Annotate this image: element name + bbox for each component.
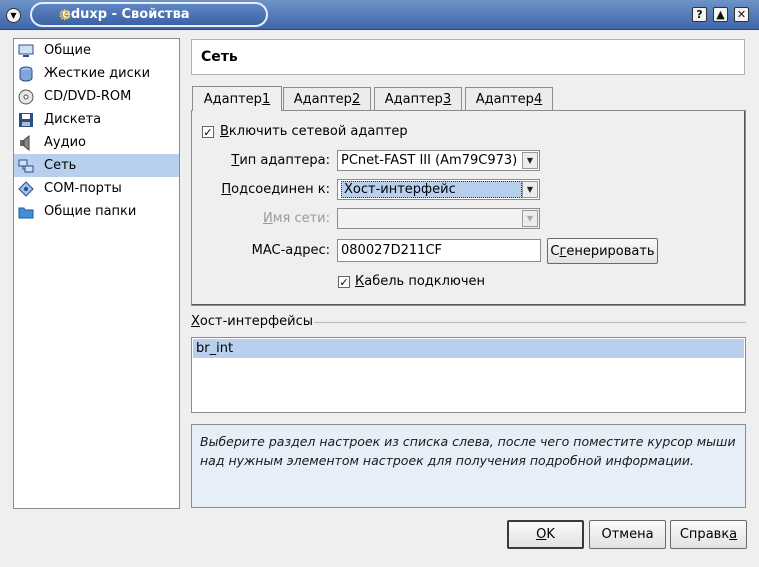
floppy-icon	[18, 112, 34, 128]
mac-address-input[interactable]: 080027D211CF	[337, 239, 541, 262]
ok-button[interactable]: ОK	[507, 520, 584, 549]
title-bar[interactable]: ▼ ⚙ eduxp - Свойства ? ▲ ✕	[0, 0, 759, 30]
tab-label: Адаптер	[293, 92, 352, 107]
tab-label: Адаптер	[475, 92, 534, 107]
generate-mac-button[interactable]: Сг енерировать	[547, 238, 658, 264]
sidebar-item-label: CD/DVD-ROM	[44, 89, 132, 104]
label-text: ключить сетевой адаптер	[228, 124, 408, 139]
adapter-type-label: Тип адаптера:	[200, 153, 330, 168]
group-divider	[314, 322, 746, 323]
cable-connected-label[interactable]: Кабель подключен	[355, 274, 485, 289]
adapter-type-select[interactable]: PCnet-FAST III (Am79C973) ▼	[337, 150, 540, 171]
enable-adapter-checkbox[interactable]: ✓	[202, 126, 214, 138]
label-text: ип адаптера:	[239, 153, 330, 168]
sidebar-item-label: Дискета	[44, 112, 102, 127]
tab-adapter-4[interactable]: Адаптер 4	[465, 87, 553, 111]
mnemonic: П	[221, 182, 232, 197]
cable-connected-checkbox[interactable]: ✓	[338, 276, 350, 288]
sidebar-item-label: Сеть	[44, 158, 77, 173]
label-text: абель подключен	[364, 274, 486, 289]
tab-number: 2	[351, 92, 361, 107]
mnemonic: г	[559, 243, 567, 259]
mnemonic: Х	[191, 314, 200, 329]
tab-adapter-2[interactable]: Адаптер 2	[283, 87, 371, 111]
chevron-down-icon[interactable]: ▼	[522, 152, 538, 169]
tab-number: 4	[533, 92, 543, 107]
sidebar-item-cd-dvd[interactable]: CD/DVD-ROM	[14, 85, 179, 108]
label-text: K	[546, 527, 555, 542]
network-name-select[interactable]: ▼	[337, 208, 540, 229]
sidebar-item-hard-disks[interactable]: Жесткие диски	[14, 62, 179, 85]
folder-icon	[18, 204, 34, 220]
tab-label: Адаптер	[384, 92, 443, 107]
tab-adapter-3[interactable]: Адаптер 3	[374, 87, 462, 111]
page-title: Сеть	[191, 39, 745, 75]
window-title-pill: ⚙ eduxp - Свойства	[30, 2, 268, 27]
close-icon[interactable]: ✕	[734, 7, 749, 22]
hard-disk-icon	[18, 66, 34, 82]
sidebar-item-shared-folders[interactable]: Общие папки	[14, 200, 179, 223]
tab-number: 1	[261, 91, 271, 107]
sidebar-item-label: Общие папки	[44, 204, 137, 219]
serial-port-icon	[18, 180, 34, 197]
settings-category-list[interactable]: Общие Жесткие диски CD/DVD-ROM Дискета А…	[13, 38, 180, 509]
sidebar-item-general[interactable]: Общие	[14, 39, 179, 62]
help-icon[interactable]: ?	[692, 7, 707, 22]
chevron-down-icon[interactable]: ▼	[522, 210, 538, 227]
speaker-icon	[18, 134, 34, 151]
adapter-type-value: PCnet-FAST III (Am79C973)	[341, 153, 518, 168]
cd-icon	[18, 89, 34, 105]
label-text: енерировать	[566, 243, 655, 259]
sidebar-item-network[interactable]: Сеть	[14, 154, 179, 177]
sidebar-item-floppy[interactable]: Дискета	[14, 108, 179, 131]
label-text: Справк	[679, 527, 730, 542]
sidebar-item-com-ports[interactable]: COM-порты	[14, 177, 179, 200]
mnemonic: В	[220, 124, 229, 139]
label-text: одсоединен к:	[231, 182, 330, 197]
window-menu-button[interactable]: ▼	[6, 8, 21, 23]
sidebar-item-label: Жесткие диски	[44, 66, 151, 81]
enable-adapter-label[interactable]: Включить сетевой адаптер	[220, 124, 408, 139]
settings-gear-icon: ⚙	[58, 6, 72, 24]
host-interfaces-group-label: Хост-интерфейсы	[191, 314, 313, 329]
cancel-button[interactable]: Отмена	[589, 520, 666, 549]
sidebar-item-label: COM-порты	[44, 181, 122, 196]
attached-to-label: Подсоединен к:	[200, 182, 330, 197]
list-item[interactable]: br_int	[193, 339, 744, 358]
label-text: ост-интерфейсы	[199, 314, 314, 329]
attached-to-value: Хост-интерфейс	[341, 181, 522, 198]
mnemonic: И	[262, 211, 273, 226]
mnemonic: К	[355, 274, 365, 289]
window-title: eduxp - Свойства	[62, 7, 190, 22]
mnemonic: а	[729, 527, 738, 542]
label-text: С	[550, 243, 560, 259]
mnemonic: О	[536, 527, 547, 542]
help-description: Выберите раздел настроек из списка слева…	[191, 424, 746, 508]
maximize-icon[interactable]: ▲	[713, 7, 728, 22]
sidebar-item-label: Аудио	[44, 135, 86, 150]
host-interfaces-list[interactable]: br_int	[191, 337, 746, 413]
mac-address-label: MAC-адрес:	[251, 243, 330, 258]
sidebar-item-audio[interactable]: Аудио	[14, 131, 179, 154]
label-text: мя сети:	[272, 211, 330, 226]
help-button[interactable]: Справк а	[670, 520, 747, 549]
tab-label: Адаптер	[203, 91, 262, 107]
tab-number: 3	[442, 92, 452, 107]
chevron-down-icon[interactable]: ▼	[522, 181, 538, 198]
sidebar-item-label: Общие	[44, 43, 91, 58]
monitor-icon	[18, 43, 34, 59]
attached-to-select[interactable]: Хост-интерфейс ▼	[337, 179, 540, 200]
network-icon	[18, 158, 34, 174]
tab-adapter-1[interactable]: Адаптер 1	[192, 86, 282, 111]
network-name-label: Имя сети:	[200, 211, 330, 226]
